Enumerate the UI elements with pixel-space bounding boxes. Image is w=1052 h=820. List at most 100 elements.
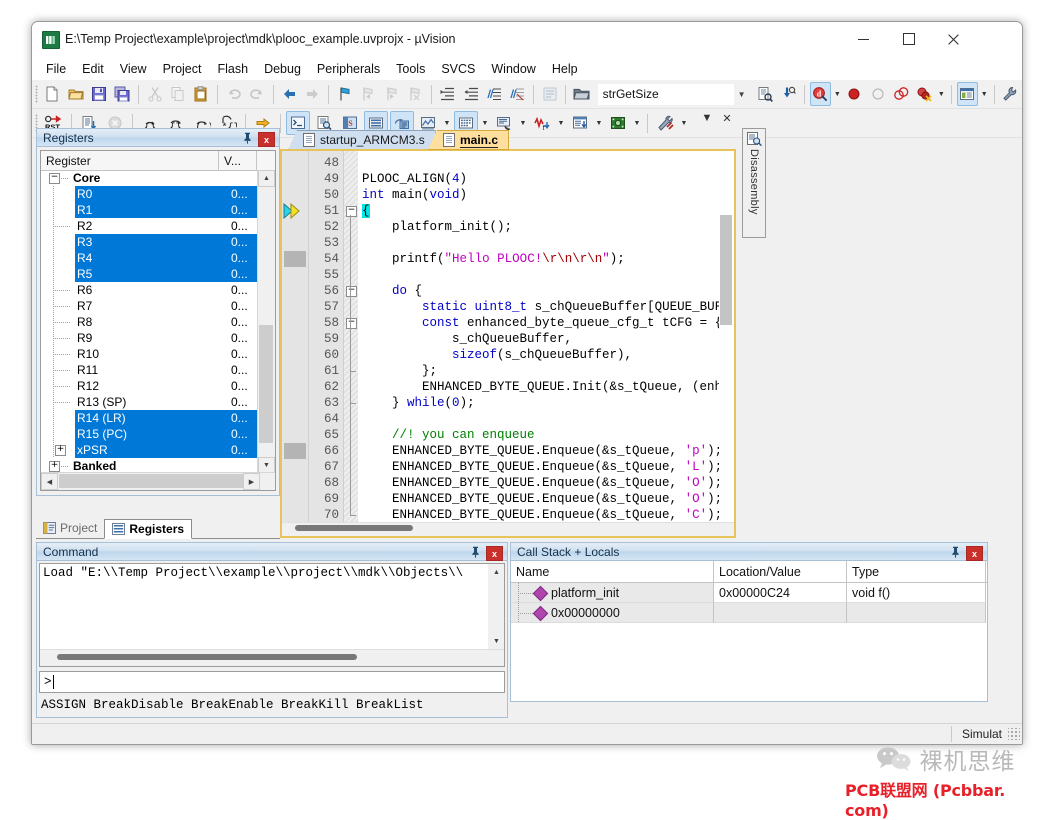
window-list-icon[interactable]: ▼	[700, 112, 714, 124]
undo-icon[interactable]	[223, 82, 244, 106]
command-output[interactable]: Load "E:\\Temp Project\\example\\project…	[39, 563, 505, 667]
code-line[interactable]: //! you can enqueue	[362, 427, 535, 443]
scroll-right-icon[interactable]: ▶	[243, 473, 260, 490]
scroll-up-icon[interactable]: ▲	[488, 564, 504, 581]
bookmark-toggle-icon[interactable]	[334, 82, 355, 106]
menu-help[interactable]: Help	[544, 59, 586, 79]
table-row[interactable]: platform_init 0x00000C24 void f()	[511, 583, 987, 603]
register-row[interactable]: R9 0...	[41, 330, 259, 346]
bookmark-next-icon[interactable]	[381, 82, 402, 106]
pin-icon[interactable]	[468, 545, 482, 559]
registers-vscroll-thumb[interactable]	[259, 325, 273, 443]
insert-breakpoint-icon[interactable]	[844, 82, 865, 106]
copy-icon[interactable]	[167, 82, 188, 106]
registers-hscroll-thumb[interactable]	[59, 474, 245, 488]
scroll-down-icon[interactable]: ▼	[488, 633, 504, 650]
register-row[interactable]: R4 0...	[75, 250, 259, 266]
register-row[interactable]: R1 0...	[75, 202, 259, 218]
editor-hscroll-thumb[interactable]	[295, 525, 413, 531]
code-line[interactable]: ENHANCED_BYTE_QUEUE.Enqueue(&s_tQueue, '…	[362, 443, 722, 459]
toolbar-grip[interactable]	[35, 85, 38, 103]
code-line[interactable]: {	[362, 203, 370, 219]
save-all-icon[interactable]	[112, 82, 133, 106]
disable-breakpoint-icon[interactable]	[867, 82, 888, 106]
editor-vscrollbar[interactable]	[719, 151, 734, 523]
code-line[interactable]: static uint8_t s_chQueueBuffer[QUEUE_BUF…	[362, 299, 734, 315]
menu-project[interactable]: Project	[155, 59, 210, 79]
column-header-location[interactable]: Location/Value	[714, 561, 847, 582]
register-row[interactable]: R0 0...	[75, 186, 259, 202]
close-icon[interactable]: x	[486, 546, 503, 561]
scroll-left-icon[interactable]: ◀	[41, 473, 58, 490]
tab-registers[interactable]: Registers	[104, 519, 193, 539]
kill-all-breakpoints-icon[interactable]	[890, 82, 911, 106]
disable-all-breakpoints-icon[interactable]	[914, 82, 935, 106]
register-row[interactable]: R15 (PC) 0...	[75, 426, 259, 442]
code-line[interactable]: ENHANCED_BYTE_QUEUE.Init(&s_tQueue, (enh…	[362, 379, 734, 395]
scroll-up-icon[interactable]: ▲	[258, 170, 275, 187]
code-surface[interactable]: PLOOC_ALIGN(4) int main(void){ platform_i…	[358, 151, 734, 536]
pin-icon[interactable]	[948, 545, 962, 559]
paste-icon[interactable]	[191, 82, 212, 106]
register-row[interactable]: R12 0...	[41, 378, 259, 394]
navigate-forward-icon[interactable]	[302, 82, 323, 106]
register-row[interactable]: R14 (LR) 0...	[75, 410, 259, 426]
code-line[interactable]: const enhanced_byte_queue_cfg_t tCFG = {	[362, 315, 722, 331]
disassembly-auto-hide-tab[interactable]: Disassembly	[742, 128, 766, 238]
menu-peripherals[interactable]: Peripherals	[309, 59, 388, 79]
command-input[interactable]: >	[39, 671, 505, 693]
close-icon[interactable]: x	[258, 132, 275, 147]
editor-tab-startup[interactable]: startup_ARMCM3.s	[288, 130, 436, 150]
code-line[interactable]: platform_init();	[362, 219, 512, 235]
open-file-icon[interactable]	[65, 82, 86, 106]
register-row[interactable]: R6 0...	[41, 282, 259, 298]
command-vscrollbar[interactable]: ▲ ▼	[488, 564, 504, 650]
bookmark-marker-icon[interactable]	[284, 251, 306, 267]
bookmark-clear-icon[interactable]	[404, 82, 425, 106]
new-file-icon[interactable]	[42, 82, 63, 106]
register-row[interactable]: R3 0...	[75, 234, 259, 250]
fold-toggle-icon[interactable]: −	[346, 318, 357, 329]
code-line[interactable]: printf("Hello PLOOC!\r\n\r\n");	[362, 251, 625, 267]
menu-debug[interactable]: Debug	[256, 59, 309, 79]
code-line[interactable]: int main(void)	[362, 187, 467, 203]
command-hscroll-thumb[interactable]	[57, 654, 357, 660]
menu-window[interactable]: Window	[483, 59, 543, 79]
code-line[interactable]: s_chQueueBuffer,	[362, 331, 572, 347]
code-line[interactable]: ENHANCED_BYTE_QUEUE.Enqueue(&s_tQueue, '…	[362, 507, 722, 523]
menu-file[interactable]: File	[38, 59, 74, 79]
save-icon[interactable]	[88, 82, 109, 106]
find-in-files-icon[interactable]	[754, 82, 775, 106]
manage-windows-caret-icon[interactable]: ▼	[979, 83, 990, 105]
command-hscrollbar[interactable]	[40, 649, 504, 666]
register-row[interactable]: R13 (SP) 0...	[41, 394, 259, 410]
column-header-value[interactable]: V...	[219, 151, 257, 170]
manage-windows-icon[interactable]	[956, 82, 978, 106]
menu-svcs[interactable]: SVCS	[433, 59, 483, 79]
code-line[interactable]: ENHANCED_BYTE_QUEUE.Enqueue(&s_tQueue, '…	[362, 459, 722, 475]
close-button[interactable]	[931, 22, 976, 56]
editor-hscrollbar[interactable]	[282, 522, 734, 536]
register-row[interactable]: R8 0...	[41, 314, 259, 330]
register-row[interactable]: − Core	[41, 170, 259, 186]
search-combo[interactable]: strGetSize	[597, 83, 735, 105]
expander-icon[interactable]: +	[55, 445, 66, 456]
code-line[interactable]: do {	[362, 283, 422, 299]
debug-start-icon[interactable]: d	[809, 82, 832, 106]
breakpoint-gutter[interactable]	[282, 151, 309, 536]
outdent-icon[interactable]	[460, 82, 481, 106]
table-row[interactable]: 0x00000000	[511, 603, 987, 623]
editor-tab-main[interactable]: main.c	[428, 130, 510, 150]
register-row[interactable]: R11 0...	[41, 362, 259, 378]
registers-vscrollbar[interactable]: ▲ ▼	[257, 170, 275, 474]
fold-toggle-icon[interactable]: −	[346, 206, 357, 217]
editor-vscroll-thumb[interactable]	[720, 215, 732, 325]
menu-flash[interactable]: Flash	[209, 59, 256, 79]
register-row[interactable]: R5 0...	[75, 266, 259, 282]
resize-grip-icon[interactable]	[1008, 728, 1020, 740]
redo-icon[interactable]	[246, 82, 267, 106]
close-icon[interactable]: x	[966, 546, 983, 561]
column-header-type[interactable]: Type	[847, 561, 986, 582]
register-row[interactable]: R7 0...	[41, 298, 259, 314]
comment-icon[interactable]	[483, 82, 504, 106]
